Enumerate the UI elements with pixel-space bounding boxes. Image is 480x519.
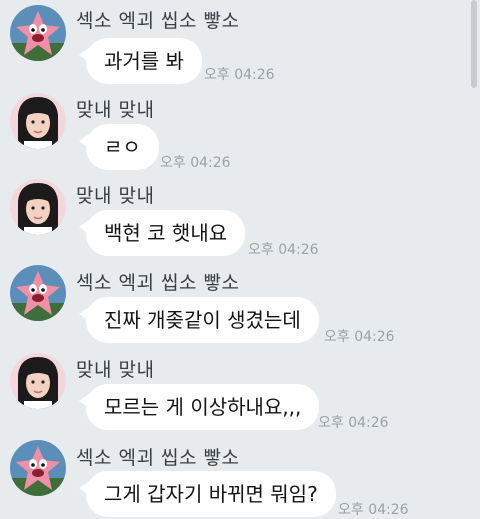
message-time: 오후 04:26 (248, 242, 319, 258)
message-bubble[interactable]: 그게 갑자기 바뀌면 뭐임? (79, 471, 336, 517)
message-time: 오후 04:26 (160, 155, 231, 171)
sender-name: 맞내 맞내 (76, 99, 155, 121)
person-avatar-icon[interactable] (10, 93, 66, 149)
sender-name: 섹소 엑괴 씹소 빻소 (76, 10, 240, 32)
message-time: 오후 04:26 (204, 67, 275, 83)
message-bubble[interactable]: 진짜 개좆같이 생겼는데 (79, 297, 319, 343)
starfish-avatar-icon[interactable] (10, 5, 66, 61)
message-bubble[interactable]: 백현 코 햇내요 (78, 210, 246, 256)
message-bubble[interactable]: 모르는 게 이상하내요,,, (78, 384, 320, 430)
person-avatar-icon[interactable] (10, 353, 66, 409)
sender-name: 섹소 엑괴 씹소 빻소 (76, 447, 240, 469)
starfish-avatar-icon[interactable] (10, 265, 66, 321)
sender-name: 맞내 맞내 (76, 185, 155, 207)
message-bubble[interactable]: ㄹㅇ (79, 124, 159, 170)
message-bubble[interactable]: 과거를 봐 (79, 38, 202, 84)
sender-name: 맞내 맞내 (76, 359, 155, 381)
message-time: 오후 04:26 (318, 415, 389, 431)
message-time: 오후 04:26 (338, 502, 409, 518)
scrollbar[interactable] (471, 0, 477, 88)
person-avatar-icon[interactable] (10, 179, 66, 235)
message-time: 오후 04:26 (324, 329, 395, 345)
sender-name: 섹소 엑괴 씹소 빻소 (76, 272, 240, 294)
starfish-avatar-icon[interactable] (10, 440, 66, 496)
